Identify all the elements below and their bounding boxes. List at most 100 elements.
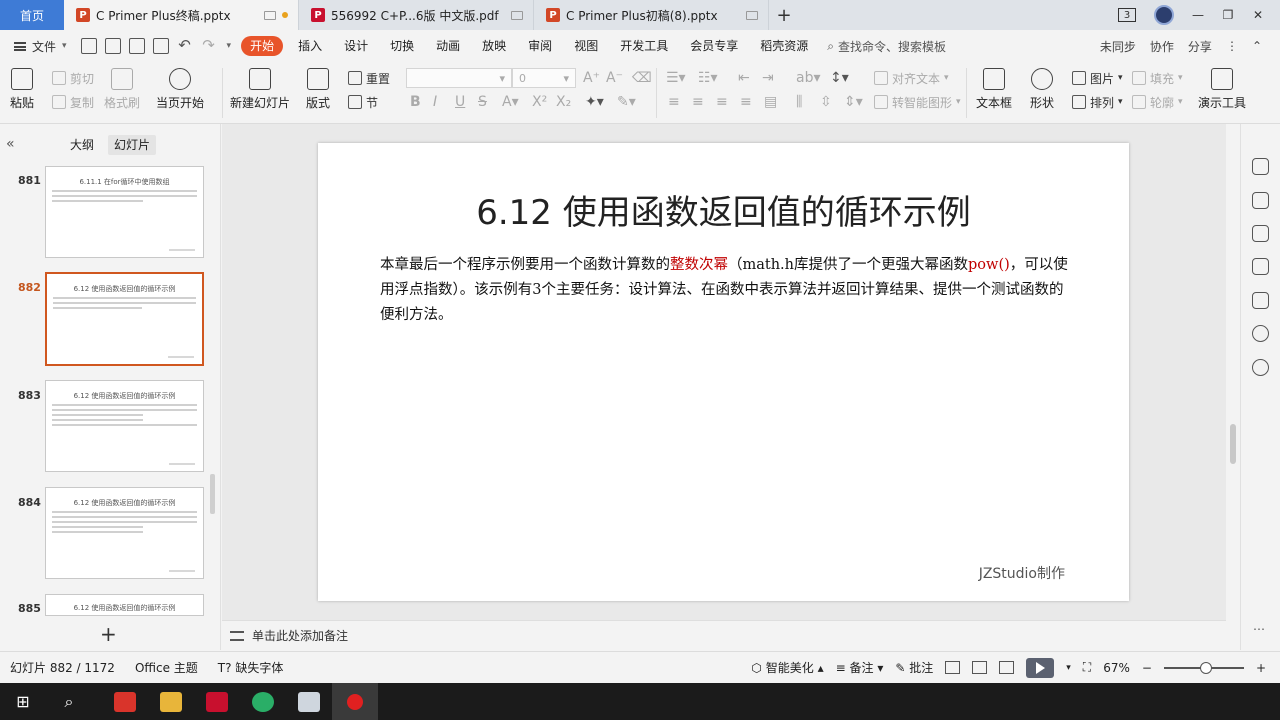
slide-thumbnail-882[interactable]: 6.12 使用函数返回值的循环示例	[45, 272, 204, 366]
chevron-down-icon[interactable]: ▾	[1066, 663, 1071, 673]
slide-thumbnail-881[interactable]: 6.11.1 在for循环中使用数组	[45, 166, 204, 258]
paragraph-spacing-icon[interactable]: ⇳	[820, 93, 832, 111]
star-icon[interactable]	[1252, 225, 1269, 242]
close-icon[interactable]: ✕	[1252, 9, 1264, 21]
menu-item-docer[interactable]: 稻壳资源	[749, 36, 819, 56]
notes-toggle-button[interactable]: ≡ 备注 ▾	[836, 659, 884, 676]
taskbar-explorer[interactable]	[148, 683, 194, 720]
more-icon[interactable]: ⋮	[1226, 39, 1238, 53]
menu-item-insert[interactable]: 插入	[287, 36, 333, 56]
copy-button[interactable]: 复制	[52, 93, 94, 111]
slide-body-text[interactable]: 本章最后一个程序示例要用一个函数计算数的整数次幂（math.h库提供了一个更强大…	[380, 253, 1070, 328]
sync-button[interactable]: 未同步	[1100, 38, 1136, 55]
theme-name[interactable]: Office 主题	[135, 659, 198, 676]
zoom-out-icon[interactable]: −	[1142, 661, 1152, 675]
taskbar-recorder[interactable]	[332, 683, 378, 720]
transition-icon[interactable]	[1252, 258, 1269, 275]
format-painter-button[interactable]: 格式刷	[104, 68, 140, 111]
print-icon[interactable]	[128, 38, 145, 54]
monitor-icon[interactable]	[511, 10, 523, 20]
taskbar-wechat[interactable]	[240, 683, 286, 720]
align-right-icon[interactable]: ≡	[716, 93, 728, 111]
paragraph-settings-icon[interactable]: ⇕▾	[844, 93, 863, 111]
missing-font-button[interactable]: T? 缺失字体	[218, 659, 284, 676]
strikethrough-icon[interactable]: S	[478, 93, 487, 111]
underline-icon[interactable]: U	[455, 93, 465, 111]
justify-icon[interactable]: ≡	[740, 93, 752, 111]
distribute-icon[interactable]: ▤	[764, 93, 777, 111]
font-color-icon[interactable]: A▾	[502, 93, 519, 111]
menu-item-member[interactable]: 会员专享	[679, 36, 749, 56]
current-slide[interactable]: 6.12 使用函数返回值的循环示例 本章最后一个程序示例要用一个函数计算数的整数…	[318, 143, 1129, 601]
outline-button[interactable]: 轮廓 ▾	[1132, 93, 1183, 111]
character-spacing-icon[interactable]: ✦▾	[585, 93, 604, 111]
notes-bar[interactable]: 单击此处添加备注	[222, 620, 1226, 650]
comments-button[interactable]: ✎ 批注	[895, 659, 933, 676]
new-slide-button[interactable]: 新建幻灯片	[230, 68, 290, 111]
window-count-badge[interactable]: 3	[1118, 8, 1136, 22]
more-icon[interactable]: ⋯	[1253, 622, 1265, 636]
slide-footer[interactable]: JZStudio制作	[979, 563, 1065, 583]
share-button[interactable]: 分享	[1188, 38, 1212, 55]
fit-window-icon[interactable]: ⛶	[1083, 660, 1091, 675]
tab-outline[interactable]: 大纲	[64, 135, 100, 155]
print-preview-icon[interactable]	[152, 38, 169, 54]
text-direction-icon[interactable]: ab▾	[796, 69, 821, 87]
zoom-slider[interactable]	[1163, 661, 1244, 674]
layout-button[interactable]: 版式	[306, 68, 330, 111]
redo-icon[interactable]: ↷	[201, 38, 217, 54]
menu-item-transitions[interactable]: 切换	[379, 36, 425, 56]
slide-sorter-icon[interactable]	[972, 661, 988, 674]
textbox-button[interactable]: 文本框	[976, 68, 1012, 111]
taskbar-search[interactable]: ⌕	[46, 683, 92, 720]
settings-sliders-icon[interactable]	[1252, 192, 1269, 209]
minimize-icon[interactable]: —	[1192, 9, 1204, 21]
command-search[interactable]: ⌕ 查找命令、搜索模板	[827, 38, 946, 55]
location-icon[interactable]	[1252, 325, 1269, 342]
columns-icon[interactable]: ⫼	[796, 93, 802, 111]
tab-ppt-draft[interactable]: P C Primer Plus初稿(8).pptx	[534, 0, 769, 30]
taskbar-app[interactable]	[286, 683, 332, 720]
shape-button[interactable]: 形状	[1030, 68, 1054, 111]
collapse-panel-icon[interactable]: «	[6, 136, 15, 152]
taskbar-wps[interactable]	[102, 683, 148, 720]
taskbar-pdf[interactable]	[194, 683, 240, 720]
increase-indent-icon[interactable]: ⇥	[762, 69, 774, 87]
slide-thumbnail-884[interactable]: 6.12 使用函数返回值的循环示例	[45, 487, 204, 579]
monitor-icon[interactable]	[746, 10, 758, 20]
bold-icon[interactable]: B	[410, 93, 421, 111]
zoom-slider-knob[interactable]	[1199, 661, 1212, 674]
section-button[interactable]: 节	[348, 93, 378, 111]
home-tab[interactable]: 首页	[0, 0, 64, 30]
add-slide-button[interactable]: +	[100, 622, 117, 646]
highlight-icon[interactable]: ✎▾	[617, 93, 636, 111]
export-pdf-icon[interactable]	[104, 38, 121, 54]
tab-slides[interactable]: 幻灯片	[108, 135, 157, 155]
tab-pdf[interactable]: P 556992 C+P...6版 中文版.pdf	[299, 0, 534, 30]
smart-convert-button[interactable]: 转智能图形 ▾	[874, 93, 961, 111]
menu-item-home[interactable]: 开始	[241, 36, 284, 56]
quick-access-chevron-icon[interactable]: ▾	[227, 41, 232, 51]
increase-font-icon[interactable]: A⁺	[583, 69, 600, 87]
line-spacing-icon[interactable]: ↕▾	[830, 69, 849, 87]
arrange-button[interactable]: 排列 ▾	[1072, 93, 1123, 111]
decrease-indent-icon[interactable]: ⇤	[738, 69, 750, 87]
play-from-current-button[interactable]: 当页开始	[156, 68, 204, 111]
undo-icon[interactable]: ↶	[177, 38, 193, 54]
paste-button[interactable]: 粘贴	[10, 68, 34, 111]
start-button[interactable]: ⊞	[0, 683, 46, 720]
picture-button[interactable]: 图片 ▾	[1072, 69, 1123, 87]
align-left-icon[interactable]: ≡	[668, 93, 680, 111]
smart-beautify-button[interactable]: ⬡ 智能美化 ▴	[751, 659, 823, 676]
reset-button[interactable]: 重置	[348, 69, 390, 87]
superscript-icon[interactable]: X²	[532, 93, 547, 111]
slide-thumbnail-883[interactable]: 6.12 使用函数返回值的循环示例	[45, 380, 204, 472]
picture-tools-icon[interactable]	[1252, 292, 1269, 309]
collapse-ribbon-icon[interactable]: ⌃	[1252, 39, 1262, 53]
italic-icon[interactable]: I	[433, 93, 437, 111]
panel-scrollbar[interactable]	[210, 474, 215, 514]
menu-item-slideshow[interactable]: 放映	[471, 36, 517, 56]
menu-item-developer[interactable]: 开发工具	[609, 36, 679, 56]
save-icon[interactable]	[80, 38, 97, 54]
new-tab-button[interactable]: +	[769, 0, 799, 30]
